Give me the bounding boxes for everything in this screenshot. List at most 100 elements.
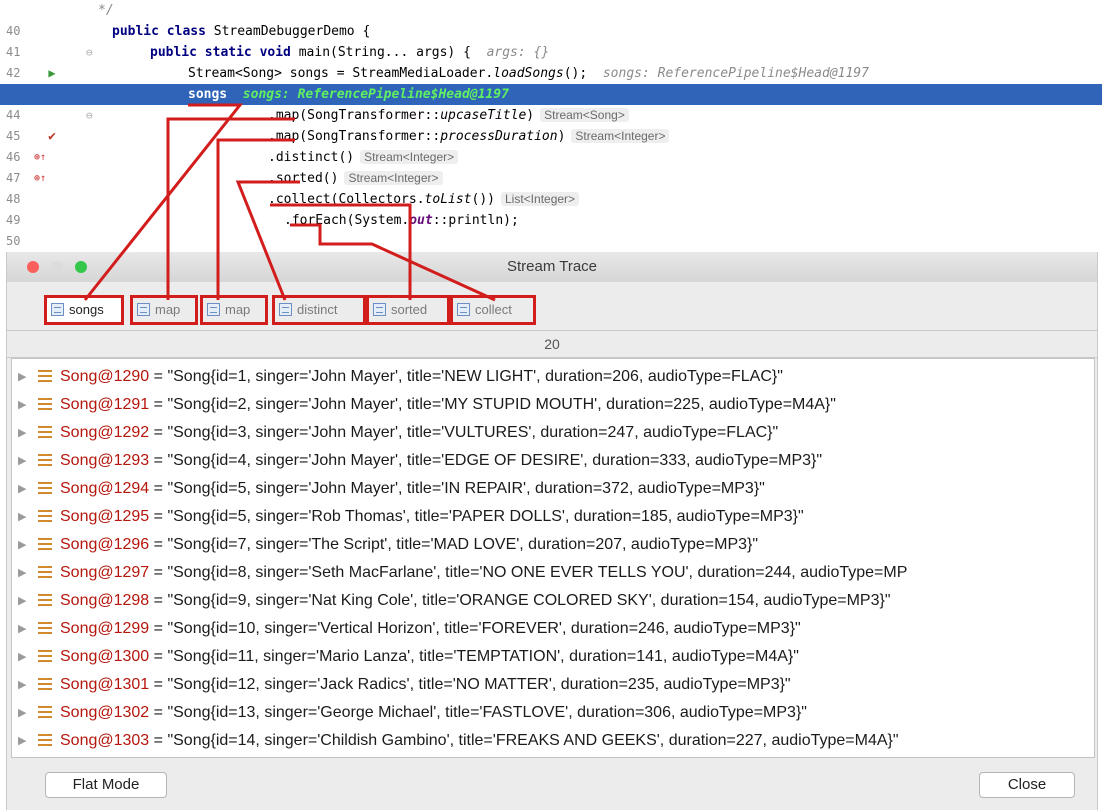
list-item[interactable]: ▶ Song@1294 = "Song{id=5, singer='John Ma…: [12, 475, 1094, 503]
close-button[interactable]: Close: [979, 772, 1075, 798]
expand-arrow-icon[interactable]: ▶: [18, 587, 26, 615]
item-value-text: Song@1294 = "Song{id=5, singer='John May…: [60, 475, 765, 503]
object-icon: [38, 538, 52, 551]
object-value: = "Song{id=4, singer='John Mayer', title…: [149, 452, 823, 469]
object-id: Song@1291: [60, 396, 150, 413]
item-value-text: Song@1290 = "Song{id=1, singer='John May…: [60, 363, 783, 391]
annotation-box: [450, 295, 536, 325]
keyword: public class: [112, 24, 206, 39]
object-id: Song@1293: [60, 452, 150, 469]
item-value-text: Song@1298 = "Song{id=9, singer='Nat King…: [60, 587, 891, 615]
expand-arrow-icon[interactable]: ▶: [18, 643, 26, 671]
list-item[interactable]: ▶ Song@1300 = "Song{id=11, singer='Mario …: [12, 643, 1094, 671]
object-icon: [38, 370, 52, 383]
object-icon: [38, 678, 52, 691]
list-item[interactable]: ▶ Song@1298 = "Song{id=9, singer='Nat Kin…: [12, 587, 1094, 615]
class-declaration: StreamDebuggerDemo {: [213, 24, 371, 39]
object-id: Song@1295: [60, 508, 150, 525]
method-call: upcaseTitle: [440, 108, 527, 123]
object-icon: [38, 426, 52, 439]
static-field: out: [409, 213, 433, 228]
object-id: Song@1299: [60, 620, 150, 637]
object-value: = "Song{id=10, singer='Vertical Horizon'…: [149, 620, 801, 637]
list-item[interactable]: ▶ Song@1297 = "Song{id=8, singer='Seth Ma…: [12, 559, 1094, 587]
expand-arrow-icon[interactable]: ▶: [18, 615, 26, 643]
object-value: = "Song{id=1, singer='John Mayer', title…: [149, 368, 783, 385]
bottom-bar: Flat Mode Close: [7, 758, 1097, 810]
object-id: Song@1298: [60, 592, 150, 609]
list-item[interactable]: ▶ Song@1302 = "Song{id=13, singer='George…: [12, 699, 1094, 727]
expand-arrow-icon[interactable]: ▶: [18, 503, 26, 531]
code-text: .map(SongTransformer::processDuration) St…: [268, 126, 670, 147]
list-item[interactable]: ▶ Song@1290 = "Song{id=1, singer='John Ma…: [12, 363, 1094, 391]
expand-arrow-icon[interactable]: ▶: [18, 363, 26, 391]
object-icon: [38, 734, 52, 747]
expand-arrow-icon[interactable]: ▶: [18, 447, 26, 475]
type-hint: Stream<Integer>: [571, 129, 670, 143]
object-id: Song@1301: [60, 676, 150, 693]
code-line: 46 ⊛↑ .map(SongTransformer::processDurat…: [0, 126, 1102, 184]
object-id: Song@1303: [60, 732, 150, 749]
code-line: 48 .sorted() Stream<Integer>: [0, 168, 1102, 206]
code-segment: .sorted(): [268, 171, 339, 186]
flat-mode-button[interactable]: Flat Mode: [45, 772, 167, 798]
type-hint: Stream<Integer>: [360, 150, 459, 164]
code-text: .distinct() Stream<Integer>: [268, 147, 459, 168]
object-value: = "Song{id=14, singer='Childish Gambino'…: [149, 732, 899, 749]
type-hint: Stream<Song>: [540, 108, 629, 122]
object-id: Song@1290: [60, 368, 150, 385]
code-segment: .map(SongTransformer::: [268, 108, 441, 123]
list-item[interactable]: ▶ Song@1295 = "Song{id=5, singer='Rob Tho…: [12, 503, 1094, 531]
code-text: .map(SongTransformer::upcaseTitle) Stream…: [268, 105, 629, 126]
inline-debug-value: songs: ReferencePipeline$Head@1197: [242, 87, 509, 102]
code-text: songs songs: ReferencePipeline$Head@1197: [188, 84, 509, 105]
stream-operation-tabs: songs map map distinct sorted collect: [7, 282, 1097, 331]
code-editor[interactable]: 40 ⊖ */ 41 ▶ public class StreamDebugger…: [0, 0, 1102, 268]
object-id: Song@1292: [60, 424, 150, 441]
expand-arrow-icon[interactable]: ▶: [18, 531, 26, 559]
list-item[interactable]: ▶ Song@1299 = "Song{id=10, singer='Vertic…: [12, 615, 1094, 643]
current-execution-line: 44 ✔ songs songs: ReferencePipeline$Head…: [0, 84, 1102, 144]
code-segment: .distinct(): [268, 150, 355, 165]
line-number: 50: [6, 234, 21, 248]
code-line: 49 .collect(Collectors.toList()) List<Int…: [0, 189, 1102, 227]
object-icon: [38, 510, 52, 523]
object-value: = "Song{id=7, singer='The Script', title…: [149, 536, 759, 553]
list-item[interactable]: ▶ Song@1293 = "Song{id=4, singer='John Ma…: [12, 447, 1094, 475]
window-title: Stream Trace: [506, 258, 598, 275]
list-item[interactable]: ▶ Song@1291 = "Song{id=2, singer='John Ma…: [12, 391, 1094, 419]
title-bar[interactable]: Stream Trace: [7, 252, 1097, 283]
annotation-box: [44, 295, 124, 325]
type-hint: Stream<Integer>: [344, 171, 443, 185]
object-icon: [38, 398, 52, 411]
expand-arrow-icon[interactable]: ▶: [18, 475, 26, 503]
object-icon: [38, 482, 52, 495]
item-value-text: Song@1299 = "Song{id=10, singer='Vertica…: [60, 615, 801, 643]
expand-arrow-icon[interactable]: ▶: [18, 671, 26, 699]
object-icon: [38, 594, 52, 607]
code-text: Stream<Song> songs = StreamMediaLoader.l…: [188, 63, 869, 84]
inline-debug-value: args: {}: [486, 45, 550, 60]
object-icon: [38, 454, 52, 467]
annotation-box: [130, 295, 198, 325]
list-item[interactable]: ▶ Song@1292 = "Song{id=3, singer='John Ma…: [12, 419, 1094, 447]
expand-arrow-icon[interactable]: ▶: [18, 419, 26, 447]
method-call: toList: [424, 192, 472, 207]
item-value-text: Song@1303 = "Song{id=14, singer='Childis…: [60, 727, 899, 755]
expand-arrow-icon[interactable]: ▶: [18, 391, 26, 419]
expand-arrow-icon[interactable]: ▶: [18, 699, 26, 727]
expand-arrow-icon[interactable]: ▶: [18, 559, 26, 587]
code-segment: ();: [563, 66, 588, 81]
list-item[interactable]: ▶ Song@1296 = "Song{id=7, singer='The Scr…: [12, 531, 1094, 559]
code-segment: Stream<Song> songs = StreamMediaLoader.: [188, 66, 494, 81]
trace-values-list[interactable]: ▶ Song@1290 = "Song{id=1, singer='John Ma…: [11, 358, 1095, 758]
comment-end: */: [98, 3, 114, 18]
item-value-text: Song@1296 = "Song{id=7, singer='The Scri…: [60, 531, 758, 559]
list-item[interactable]: ▶ Song@1301 = "Song{id=12, singer='Jack R…: [12, 671, 1094, 699]
list-item[interactable]: ▶ Song@1303 = "Song{id=14, singer='Childi…: [12, 727, 1094, 755]
object-value: = "Song{id=9, singer='Nat King Cole', ti…: [149, 592, 891, 609]
expand-arrow-icon[interactable]: ▶: [18, 727, 26, 755]
code-text: .sorted() Stream<Integer>: [268, 168, 443, 189]
code-segment: ): [526, 108, 535, 123]
code-segment: .collect(Collectors.: [268, 192, 425, 207]
